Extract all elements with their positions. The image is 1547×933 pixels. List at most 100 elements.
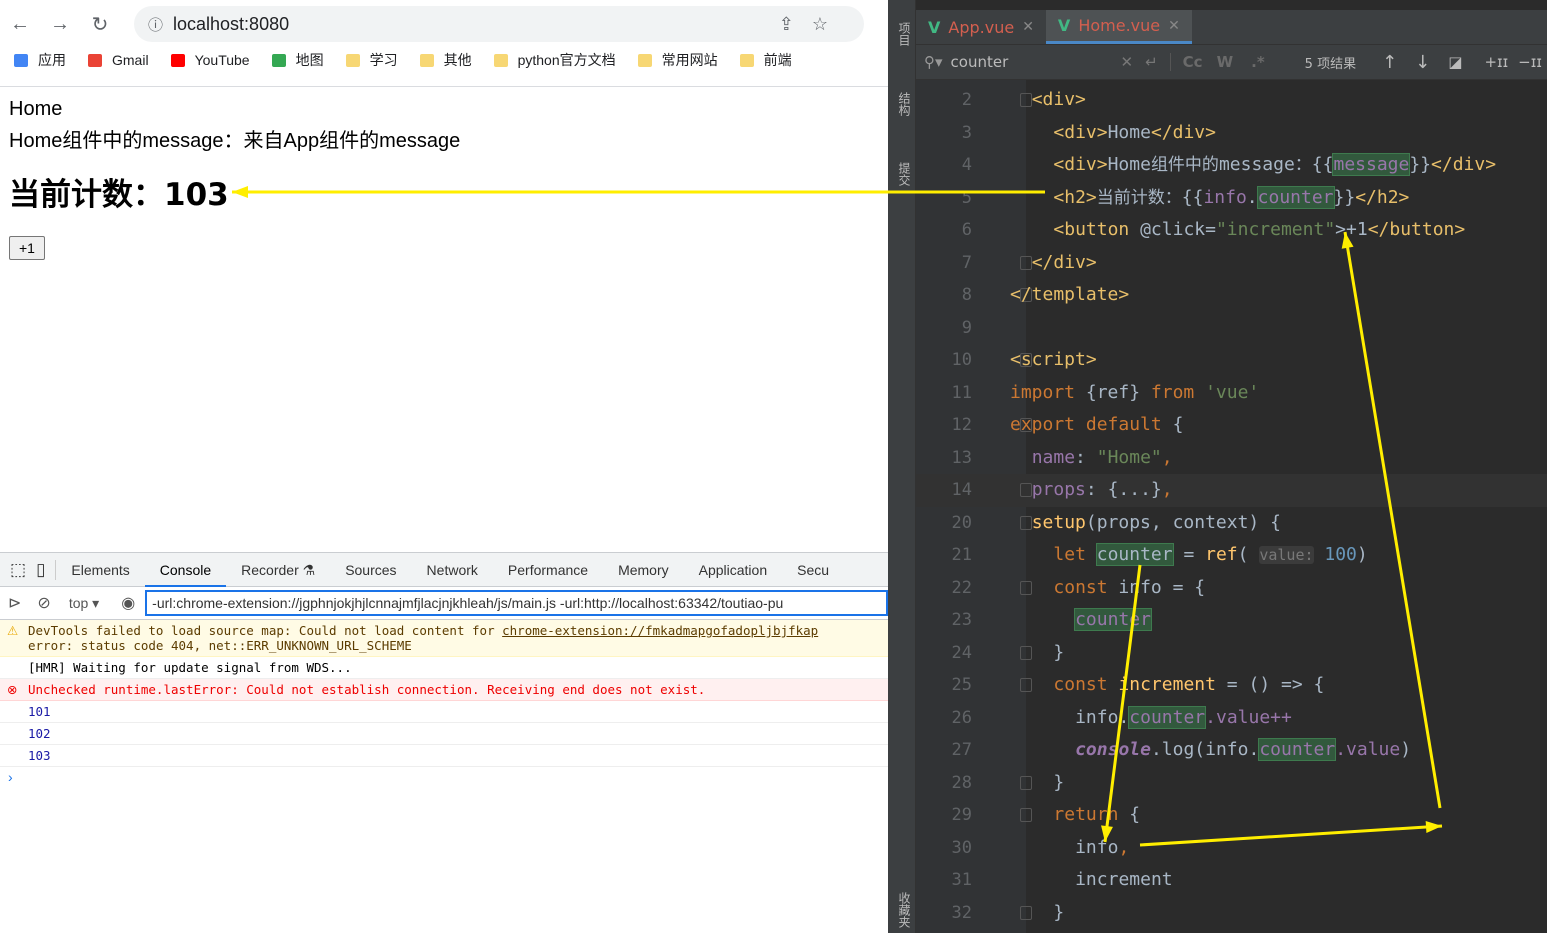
- code-line[interactable]: 14 props: {...},: [916, 474, 1547, 507]
- code-line[interactable]: 5 <h2>当前计数：{{info.counter}}</h2>: [916, 182, 1547, 215]
- devtools-tab[interactable]: Elements: [56, 553, 144, 587]
- code-line[interactable]: 10 <script>: [916, 344, 1547, 377]
- code-line[interactable]: 26 info.counter.value++: [916, 702, 1547, 735]
- code-line[interactable]: 30 info,: [916, 832, 1547, 865]
- side-label-project[interactable]: 项目: [896, 22, 913, 46]
- code-line[interactable]: 21 let counter = ref( value: 100): [916, 539, 1547, 572]
- code-line[interactable]: 13 name: "Home",: [916, 442, 1547, 475]
- source-link[interactable]: chrome-extension://fmkadmapgofadopljbjfk…: [502, 623, 818, 638]
- close-icon[interactable]: ✕: [1168, 18, 1180, 34]
- code-line[interactable]: 29 return {: [916, 799, 1547, 832]
- remove-occurrence-icon[interactable]: −ɪɪ: [1518, 53, 1542, 71]
- reload-icon[interactable]: ↻: [80, 12, 120, 37]
- whole-words-button[interactable]: W: [1217, 53, 1234, 71]
- code-line[interactable]: 22 const info = {: [916, 572, 1547, 605]
- fold-icon[interactable]: [1020, 93, 1032, 107]
- select-all-icon[interactable]: ◪: [1448, 53, 1462, 71]
- code-line[interactable]: 27 console.log(info.counter.value): [916, 734, 1547, 767]
- fold-icon[interactable]: [1020, 483, 1032, 497]
- fold-icon[interactable]: [1020, 515, 1032, 530]
- bookmark-label: 前端: [763, 52, 792, 68]
- code-token: ,: [1161, 479, 1173, 500]
- live-expression-eye-icon[interactable]: ◉: [121, 593, 135, 613]
- share-icon[interactable]: ⇪: [779, 14, 812, 34]
- next-match-icon[interactable]: ↓: [1415, 52, 1430, 73]
- fold-icon[interactable]: [1020, 255, 1032, 270]
- forward-icon[interactable]: →: [40, 13, 80, 36]
- code-line[interactable]: 7 </div>: [916, 247, 1547, 280]
- line-number: 14: [951, 480, 972, 500]
- devtools-tab[interactable]: Secu: [782, 553, 844, 587]
- info-icon[interactable]: ⓘ: [148, 14, 163, 35]
- regex-button[interactable]: .*: [1251, 53, 1265, 71]
- address-bar[interactable]: ⓘ localhost:8080 ⇪☆: [134, 6, 864, 42]
- code-line[interactable]: 28}: [916, 767, 1547, 800]
- fold-icon[interactable]: [1020, 580, 1032, 595]
- devtools-tab[interactable]: Sources: [330, 553, 411, 587]
- code-line[interactable]: 23 counter: [916, 604, 1547, 637]
- multiline-icon[interactable]: ↵: [1145, 53, 1171, 71]
- home-title: Home: [9, 98, 63, 120]
- code-line[interactable]: 24}: [916, 637, 1547, 670]
- device-toggle-icon[interactable]: ▯: [32, 559, 57, 580]
- prev-match-icon[interactable]: ↑: [1382, 52, 1397, 73]
- bookmark-item[interactable]: 常用网站: [637, 50, 718, 70]
- bookmark-item[interactable]: 学习: [345, 50, 398, 70]
- fold-icon[interactable]: [1020, 678, 1032, 692]
- tab-home-vue[interactable]: V Home.vue ✕: [1045, 10, 1192, 44]
- code-line[interactable]: 6 <button @click="increment">+1</button>: [916, 214, 1547, 247]
- devtools-tab[interactable]: Memory: [603, 553, 684, 587]
- code-line[interactable]: 25 const increment = () => {: [916, 669, 1547, 702]
- code-line[interactable]: 2 <div>: [916, 84, 1547, 117]
- sidebar-toggle-icon[interactable]: ⊳: [8, 593, 21, 613]
- tab-app-vue[interactable]: V App.vue ✕: [916, 10, 1046, 44]
- devtools-tab[interactable]: Performance: [493, 553, 603, 587]
- context-select[interactable]: top ▾: [69, 595, 99, 612]
- search-icon[interactable]: ⚲▾: [924, 53, 943, 71]
- code-line[interactable]: 4 <div>Home组件中的message：{{message}}</div>: [916, 149, 1547, 182]
- match-case-button[interactable]: Cc: [1183, 53, 1203, 71]
- folder-icon: [637, 53, 652, 67]
- code-line[interactable]: 11 import {ref} from 'vue': [916, 377, 1547, 410]
- increment-button[interactable]: +1: [9, 236, 45, 260]
- code-token: .value++: [1205, 706, 1292, 728]
- add-occurrence-icon[interactable]: +ɪɪ: [1484, 53, 1508, 71]
- line-number: 31: [951, 870, 972, 890]
- fold-icon[interactable]: [1020, 808, 1032, 822]
- code-line[interactable]: 31 increment: [916, 864, 1547, 897]
- devtools-tab[interactable]: Console: [144, 553, 227, 587]
- bookmark-item[interactable]: python官方文档: [493, 50, 616, 70]
- devtools-tab[interactable]: Recorder ⚗: [226, 553, 330, 587]
- side-label-structure[interactable]: 结构: [896, 92, 913, 116]
- search-input[interactable]: counter: [951, 53, 1121, 71]
- devtools-tab[interactable]: Application: [684, 553, 783, 587]
- back-icon[interactable]: ←: [0, 13, 40, 36]
- code-line[interactable]: 20 setup(props, context) {: [916, 507, 1547, 540]
- fold-icon[interactable]: [1020, 645, 1032, 660]
- close-icon[interactable]: ✕: [1022, 19, 1034, 35]
- fold-icon[interactable]: [1020, 905, 1032, 920]
- clear-console-icon[interactable]: ⊘: [37, 593, 50, 613]
- side-label-favorites[interactable]: 收藏夹: [896, 892, 913, 928]
- code-token: setup: [1031, 511, 1086, 533]
- star-icon[interactable]: ☆: [812, 14, 846, 34]
- bookmark-item[interactable]: 其他: [419, 50, 472, 70]
- code-line[interactable]: 3 <div>Home</div>: [916, 117, 1547, 150]
- bookmark-item[interactable]: 前端: [739, 50, 792, 70]
- code-line[interactable]: 8 </template>: [916, 279, 1547, 312]
- code-area[interactable]: 2 <div> 3 <div>Home</div> 4 <div>Home组件中的mess…: [916, 84, 1547, 929]
- clear-search-icon[interactable]: ✕: [1121, 53, 1134, 71]
- bookmark-item[interactable]: Gmail: [88, 50, 149, 70]
- fold-icon[interactable]: [1020, 775, 1032, 790]
- bookmark-item[interactable]: 应用: [14, 50, 66, 70]
- inspect-icon[interactable]: ⬚: [0, 560, 32, 580]
- side-label-commit[interactable]: 提交: [896, 162, 913, 186]
- console-prompt[interactable]: ›: [0, 767, 888, 787]
- code-line[interactable]: 32}: [916, 897, 1547, 930]
- console-filter-input[interactable]: -url:chrome-extension://jgphnjokjhjlcnna…: [145, 590, 888, 616]
- code-line[interactable]: 12 export default {: [916, 409, 1547, 442]
- bookmark-item[interactable]: YouTube: [170, 50, 250, 70]
- code-line[interactable]: 9: [916, 312, 1547, 345]
- devtools-tab[interactable]: Network: [412, 553, 493, 587]
- bookmark-item[interactable]: 地图: [271, 50, 324, 70]
